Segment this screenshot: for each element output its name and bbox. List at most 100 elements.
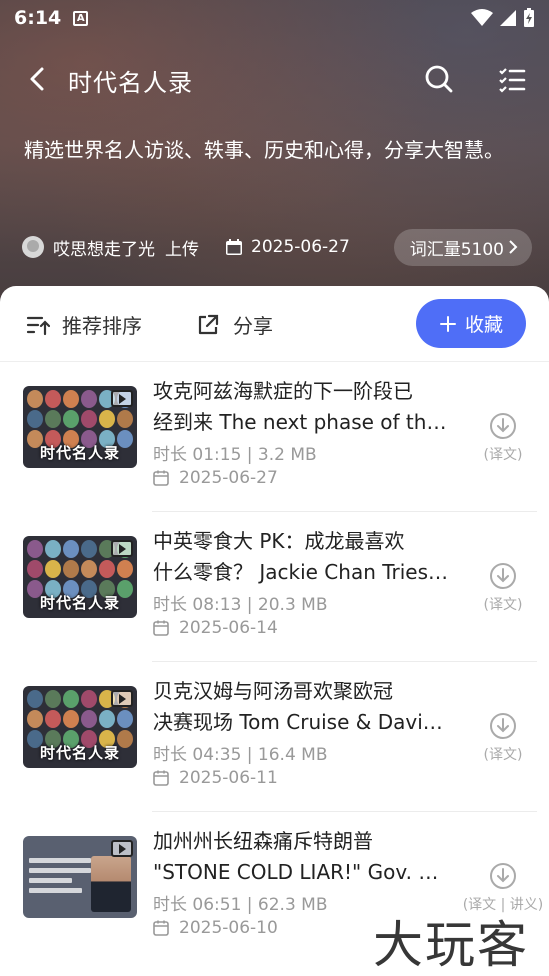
share-label: 分享 — [233, 314, 273, 338]
share-button[interactable]: 分享 — [197, 310, 273, 339]
thumbnail-face — [63, 690, 79, 708]
sort-icon — [26, 316, 50, 335]
download-icon — [490, 563, 516, 589]
list-toolbar: 推荐排序 分享 收藏 — [0, 286, 549, 362]
thumbnail-face — [45, 390, 61, 408]
share-icon — [198, 314, 219, 334]
thumbnail-face — [45, 690, 61, 708]
episode-meta: 时长 04:35 | 16.4 MB — [153, 745, 328, 765]
download-icon — [490, 863, 516, 889]
status-icons — [471, 8, 535, 28]
sort-label: 推荐排序 — [62, 314, 142, 338]
upload-action: 上传 — [165, 239, 199, 260]
checklist-icon[interactable] — [498, 66, 526, 94]
thumbnail-face — [45, 540, 61, 558]
thumbnail-face — [81, 560, 97, 578]
thumbnail-face — [45, 560, 61, 578]
thumbnail-face — [81, 690, 97, 708]
episode-date: 2025-06-27 — [179, 468, 278, 488]
list-item[interactable]: 时代名人录 中英零食大 PK：成龙最喜欢 什么零食？ Jackie Chan T… — [0, 512, 549, 662]
episode-title: 加州州长纽森痛斥特朗普 "STONE COLD LIAR!" Gov. Ne..… — [153, 829, 453, 884]
episode-sheet: 推荐排序 分享 收藏 时代名人录 攻克阿兹海默症的下一阶段已 经到来 The n… — [0, 286, 549, 976]
download-button[interactable]: (译文) — [480, 412, 526, 464]
download-button[interactable]: (译文) — [480, 712, 526, 764]
episode-thumbnail — [23, 836, 137, 918]
top-bar: 时代名人录 — [0, 55, 549, 103]
avatar[interactable] — [22, 236, 44, 258]
status-time: 6:14 — [14, 7, 62, 29]
upload-date: 2025-06-27 — [251, 237, 350, 257]
thumbnail-face — [27, 560, 43, 578]
episode-date: 2025-06-11 — [179, 768, 278, 788]
battery-icon — [524, 8, 534, 27]
episode-title: 攻克阿兹海默症的下一阶段已 经到来 The next phase of the … — [153, 379, 453, 434]
play-icon — [111, 540, 133, 557]
thumbnail-face — [81, 410, 97, 428]
download-label: (译文) — [483, 447, 523, 463]
plus-icon — [439, 315, 456, 332]
episode-thumbnail: 时代名人录 — [23, 386, 137, 468]
calendar-icon — [153, 920, 169, 936]
thumbnail-face — [81, 710, 97, 728]
thumbnail-face — [63, 560, 79, 578]
search-icon[interactable] — [424, 64, 454, 94]
vocab-label: 词汇量5100 — [409, 239, 504, 260]
episode-title: 中英零食大 PK：成龙最喜欢 什么零食？ Jackie Chan Tries .… — [153, 529, 453, 584]
episode-date-row: 2025-06-27 — [153, 468, 278, 488]
thumbnail-face — [27, 390, 43, 408]
thumbnail-headline — [29, 858, 91, 898]
episode-meta: 时长 08:13 | 20.3 MB — [153, 595, 328, 615]
thumbnail-face — [81, 540, 97, 558]
thumbnail-face — [99, 560, 115, 578]
thumbnail-person — [91, 856, 131, 912]
calendar-icon — [153, 770, 169, 786]
notification-icon: A — [73, 10, 89, 26]
download-icon — [490, 713, 516, 739]
episode-title: 贝克汉姆与阿汤哥欢聚欧冠 决赛现场 Tom Cruise & David ... — [153, 679, 453, 734]
episode-date-row: 2025-06-11 — [153, 768, 278, 788]
download-button[interactable]: (译文) — [480, 562, 526, 614]
signal-icon — [500, 10, 516, 26]
download-label: (译文) — [483, 597, 523, 613]
thumbnail-face — [27, 540, 43, 558]
thumbnail-face — [45, 410, 61, 428]
episode-meta: 时长 06:51 | 62.3 MB — [153, 895, 328, 915]
episode-meta: 时长 01:15 | 3.2 MB — [153, 445, 317, 465]
play-icon — [111, 840, 133, 857]
watermark-logo: 大玩客 — [373, 916, 529, 974]
vocab-button[interactable]: 词汇量5100 — [393, 228, 532, 266]
thumbnail-face — [99, 710, 115, 728]
calendar-icon — [153, 620, 169, 636]
thumbnail-face — [63, 710, 79, 728]
download-label: (译文) — [483, 747, 523, 763]
thumbnail-face — [99, 410, 115, 428]
chevron-right-icon — [509, 240, 518, 254]
thumbnail-label: 时代名人录 — [39, 594, 120, 612]
uploader-name[interactable]: 哎思想走了光 — [53, 235, 155, 260]
thumbnail-face — [63, 410, 79, 428]
calendar-icon — [226, 239, 242, 255]
episode-date: 2025-06-14 — [179, 618, 278, 638]
episode-date: 2025-06-10 — [179, 918, 278, 938]
episode-date-row: 2025-06-10 — [153, 918, 278, 938]
list-item[interactable]: 时代名人录 攻克阿兹海默症的下一阶段已 经到来 The next phase o… — [0, 362, 549, 512]
thumbnail-face — [117, 710, 133, 728]
play-icon — [111, 690, 133, 707]
download-icon — [490, 413, 516, 439]
thumbnail-face — [27, 690, 43, 708]
back-arrow-icon[interactable] — [24, 65, 52, 93]
thumbnail-face — [45, 710, 61, 728]
album-description: 精选世界名人访谈、轶事、历史和心得，分享大智慧。 — [24, 138, 504, 162]
collect-label: 收藏 — [464, 314, 503, 336]
status-bar: 6:14 A — [0, 0, 549, 36]
episode-date-row: 2025-06-14 — [153, 618, 278, 638]
list-item[interactable]: 时代名人录 贝克汉姆与阿汤哥欢聚欧冠 决赛现场 Tom Cruise & Dav… — [0, 662, 549, 812]
thumbnail-face — [117, 560, 133, 578]
collect-button[interactable]: 收藏 — [416, 299, 526, 348]
sort-button[interactable]: 推荐排序 — [26, 310, 142, 339]
thumbnail-face — [63, 390, 79, 408]
thumbnail-face — [117, 410, 133, 428]
thumbnail-label: 时代名人录 — [39, 744, 120, 762]
wifi-icon — [471, 9, 493, 26]
thumbnail-face — [27, 710, 43, 728]
